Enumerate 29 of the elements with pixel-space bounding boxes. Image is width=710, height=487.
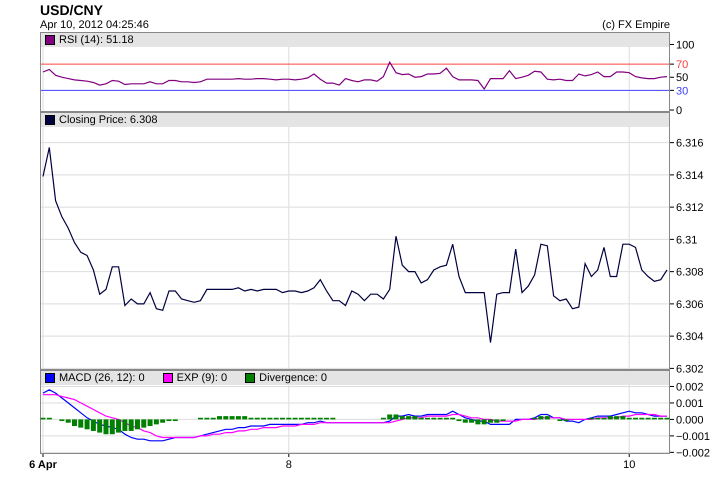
axis-label: 6.304 bbox=[676, 331, 704, 344]
axis-label: 100 bbox=[676, 39, 694, 52]
timestamp: Apr 10, 2012 04:25:46 bbox=[40, 18, 149, 32]
axis-label: 6.312 bbox=[676, 202, 704, 214]
axis-label: 10 bbox=[623, 459, 636, 471]
legend-label: EXP (9): 0 bbox=[176, 372, 228, 384]
axis-label: 0.001 bbox=[676, 398, 704, 410]
legend-label: Divergence: 0 bbox=[259, 372, 328, 384]
axis-label: 50 bbox=[676, 72, 688, 84]
axis-label: 6.302 bbox=[676, 363, 704, 376]
legend-label: Closing Price: 6.308 bbox=[59, 114, 158, 126]
axis-label: 8 bbox=[286, 459, 292, 471]
axis-label: 6.306 bbox=[676, 298, 704, 311]
axis-label: 6.31 bbox=[676, 234, 698, 246]
legend-label: RSI (14): 51.18 bbox=[59, 34, 134, 46]
axis-label: 6.308 bbox=[676, 266, 704, 279]
copyright-text: (c) FX Empire bbox=[602, 18, 670, 32]
axis-label: 6.314 bbox=[676, 170, 704, 182]
legend-label: MACD (26, 12): 0 bbox=[59, 372, 145, 384]
axis-label: 70 bbox=[676, 59, 688, 72]
axis-label: 0.000 bbox=[676, 414, 704, 426]
axis-label: 6.316 bbox=[676, 138, 704, 150]
axis-label: 0.002 bbox=[676, 381, 704, 394]
axis-label: 6 Apr bbox=[29, 459, 57, 471]
chart-title: USD/CNY bbox=[40, 2, 104, 18]
axis-label: 0 bbox=[676, 105, 682, 118]
axis-label: −0.002 bbox=[676, 447, 710, 460]
axis-label: −0.001 bbox=[676, 430, 710, 443]
axis-label: 30 bbox=[676, 85, 688, 98]
